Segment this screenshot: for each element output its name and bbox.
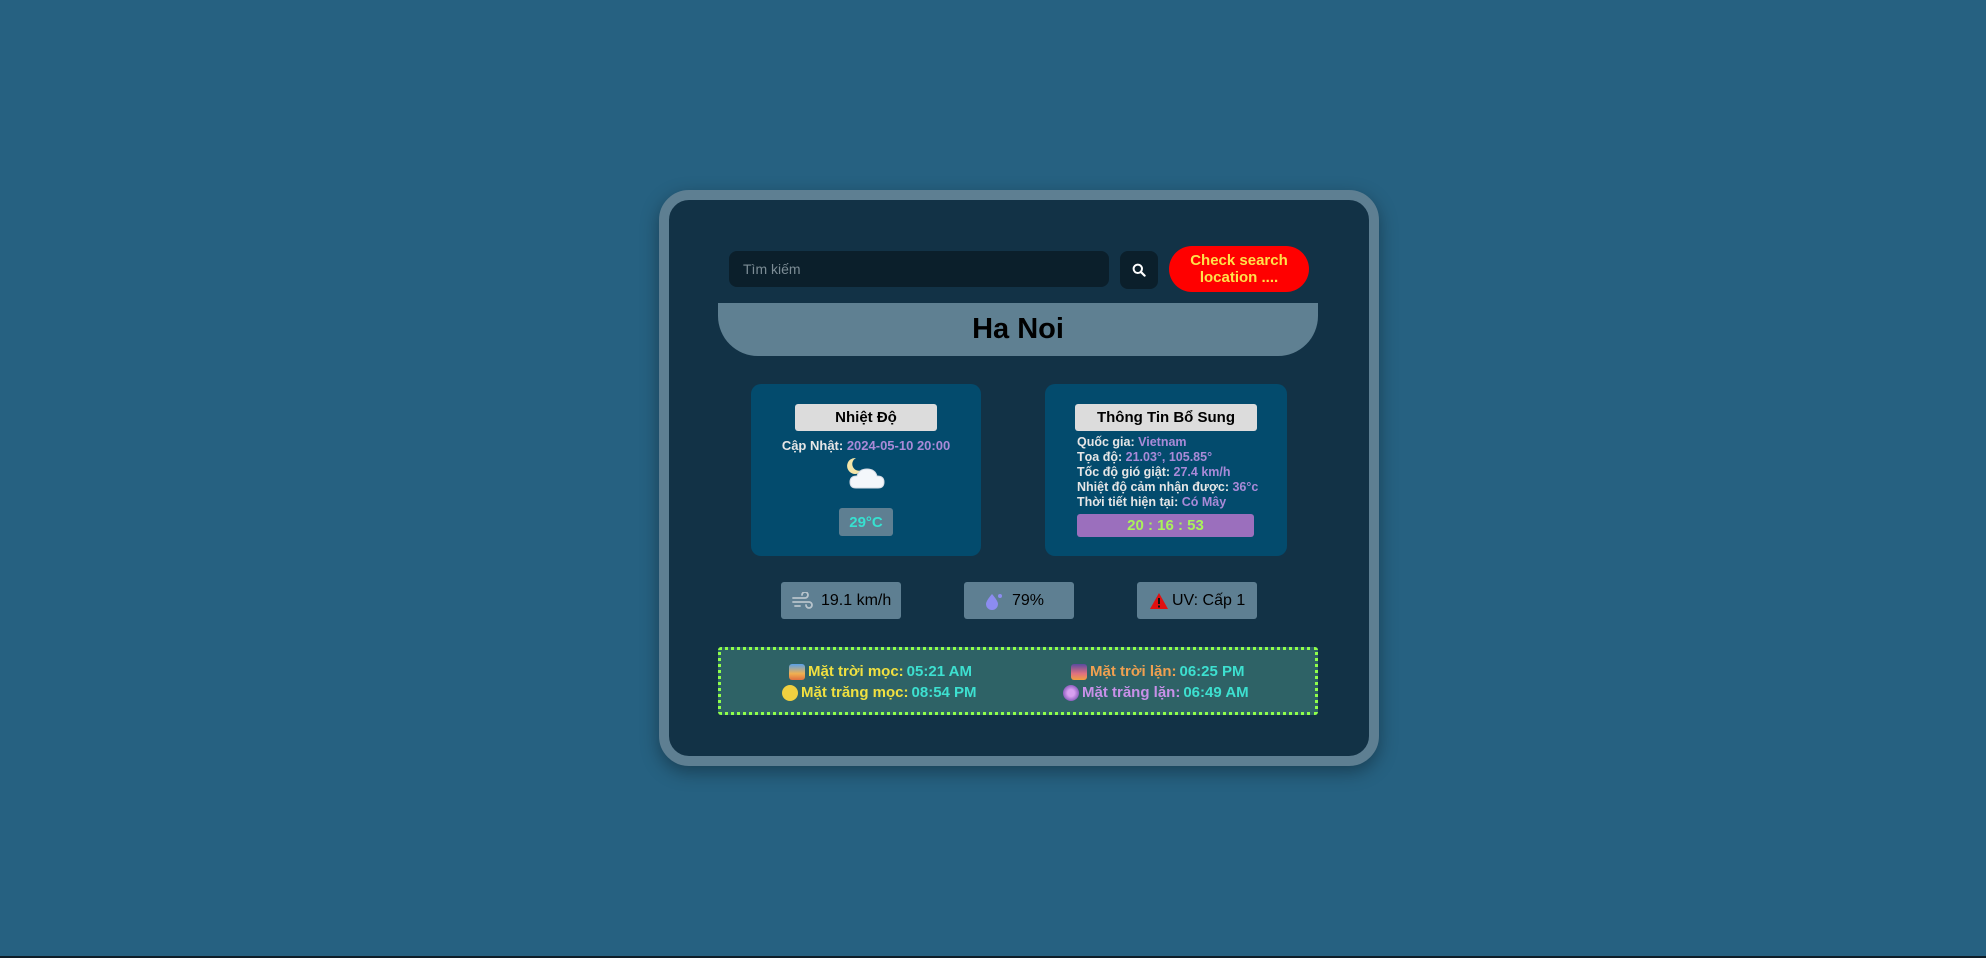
check-location-button[interactable]: Check search location .... [1169,246,1309,292]
humidity-value: 79% [1012,591,1045,609]
update-label: Cập Nhật: [781,438,844,453]
country-value: Vietnam [1138,435,1187,449]
search-input[interactable] [729,251,1109,287]
wind-speed-value: 19.1 km/h [821,591,892,609]
condition-label: Thời tiết hiện tại: [1077,495,1179,509]
moonset-label: Mặt trăng lặn: [1082,684,1181,701]
wind-icon [792,591,813,609]
uv-index-box: UV: Cấp 1 [1137,582,1257,619]
search-button[interactable] [1120,251,1158,289]
coords-value: 21.03°, 105.85° [1125,450,1213,464]
update-time: Cập Nhật: 2024-05-10 20:00 [751,438,981,453]
snowflake-icon [1063,684,1079,701]
sunrise-value: 05:21 AM [906,663,972,680]
temperature-value: 29°C [839,508,893,536]
city-name: Ha Noi [972,313,1064,345]
sunset-label: Mặt trời lặn: [1090,663,1177,680]
sunset-icon [1071,663,1087,680]
search-bar: Check search location .... [729,246,1309,294]
condition-value: Có Mây [1181,495,1227,509]
gust-value: 27.4 km/h [1173,465,1231,479]
feels-value: 36°c [1232,480,1259,494]
search-icon [1132,263,1146,277]
humidity-box: 79% [964,582,1074,619]
temperature-panel: Nhiệt Độ Cập Nhật: 2024-05-10 20:00 29°C [751,384,981,556]
feels-label: Nhiệt độ cảm nhận được: [1077,480,1229,494]
moonrise-label: Mặt trăng mọc: [801,684,909,701]
sunrise-label: Mặt trời mọc: [808,663,904,680]
moonrise-value: 08:54 PM [911,684,977,701]
info-country: Quốc gia: Vietnam [1077,435,1277,450]
astronomy-box: Mặt trời mọc: 05:21 AM Mặt trời lặn: 06:… [718,647,1318,715]
current-time-clock: 20 : 16 : 53 [1077,514,1254,537]
moonrise-item: Mặt trăng mọc: 08:54 PM [782,684,977,701]
coords-label: Tọa độ: [1077,450,1123,464]
info-coordinates: Tọa độ: 21.03°, 105.85° [1077,450,1277,465]
humidity-drop-icon [986,593,1002,610]
info-panel-title: Thông Tin Bổ Sung [1075,404,1257,431]
weather-app-card: Check search location .... Ha Noi Nhiệt … [659,190,1379,766]
moon-cloud-icon [847,457,885,489]
info-condition: Thời tiết hiện tại: Có Mây [1077,495,1277,510]
gust-label: Tốc độ gió giật: [1077,465,1171,479]
info-gust: Tốc độ gió giật: 27.4 km/h [1077,465,1277,480]
sunrise-item: Mặt trời mọc: 05:21 AM [789,663,972,680]
warning-icon [1150,592,1168,609]
sunset-item: Mặt trời lặn: 06:25 PM [1071,663,1245,680]
moonset-item: Mặt trăng lặn: 06:49 AM [1063,684,1249,701]
info-feels-like: Nhiệt độ cảm nhận được: 36°c [1077,480,1277,495]
city-banner: Ha Noi [718,303,1318,356]
country-label: Quốc gia: [1077,435,1135,449]
additional-info-panel: Thông Tin Bổ Sung Quốc gia: Vietnam Tọa … [1045,384,1287,556]
info-list: Quốc gia: Vietnam Tọa độ: 21.03°, 105.85… [1077,435,1277,510]
update-value: 2024-05-10 20:00 [846,438,951,453]
temperature-panel-title: Nhiệt Độ [795,404,937,431]
uv-value: UV: Cấp 1 [1172,591,1246,609]
sunrise-icon [789,663,805,680]
sunset-value: 06:25 PM [1179,663,1245,680]
moonset-value: 06:49 AM [1183,684,1249,701]
moon-face-icon [782,684,798,701]
wind-speed-box: 19.1 km/h [781,582,901,619]
